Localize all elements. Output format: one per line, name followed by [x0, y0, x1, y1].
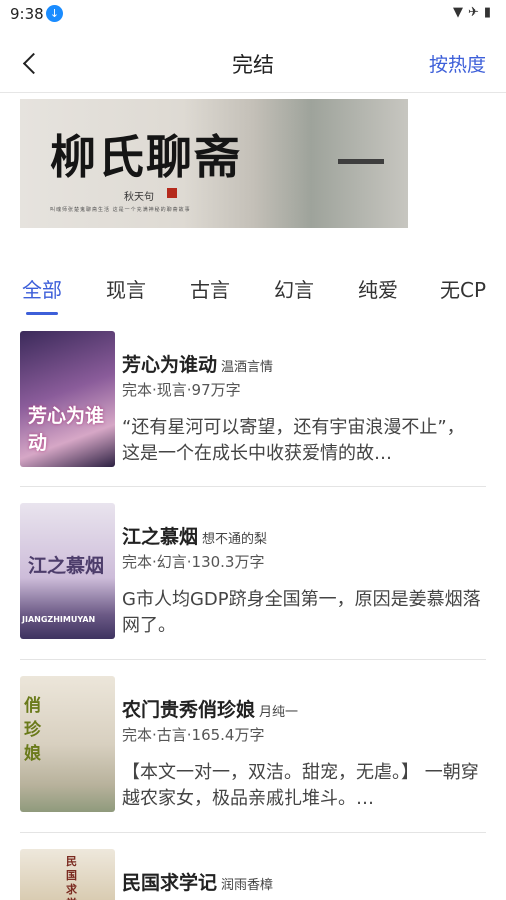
book-description: 【本文一对一，双洁。甜宠，无虐。】 一朝穿越农家女，极品亲戚扎堆斗。… [122, 762, 479, 809]
book-author: 润雨香樟 [221, 878, 274, 893]
seal-stamp-icon [167, 188, 177, 198]
divider [20, 659, 486, 660]
tab-modern-romance[interactable]: 现言 [106, 274, 146, 303]
book-author: 想不通的梨 [202, 532, 268, 547]
book-meta: 完本·幻言·130.3万字 [122, 553, 265, 571]
book-item[interactable]: 江之慕烟 JIANGZHIMUYAN 江之慕烟 想不通的梨 完本·幻言·130.3… [20, 503, 486, 660]
book-title: 江之慕烟 想不通的梨 [122, 522, 267, 549]
download-icon: ↓ [46, 5, 63, 22]
cover-title-art: 俏珍娘 [24, 696, 41, 764]
book-title: 农门贵秀俏珍娘 月纯一 [122, 695, 298, 722]
book-item[interactable]: 俏珍娘 农门贵秀俏珍娘 月纯一 完本·古言·165.4万字 【本文一对一，双洁。甜… [20, 676, 486, 833]
divider [20, 486, 486, 487]
cover-subtitle-art: JIANGZHIMUYAN [22, 615, 96, 624]
airplane-mode-icon: ✈ [467, 5, 484, 20]
cover-title-art: 江之慕烟 [28, 555, 105, 577]
banner-title: 柳氏聊斋 [50, 130, 242, 184]
book-cover: 俏珍娘 [20, 676, 115, 812]
battery-icon: ▮ [483, 5, 496, 20]
book-title-text: 民国求学记 [122, 872, 218, 894]
book-cover: 民国求学 [20, 849, 115, 900]
book-title-text: 农门贵秀俏珍娘 [122, 699, 256, 721]
tab-no-cp[interactable]: 无CP [440, 274, 486, 303]
tab-all[interactable]: 全部 [22, 274, 62, 303]
book-author: 月纯一 [259, 705, 299, 720]
cover-title-art: 民国求学 [66, 855, 77, 900]
book-item[interactable]: 民国求学 民国求学记润雨香樟 [20, 849, 486, 900]
tab-ancient-romance[interactable]: 古言 [190, 274, 230, 303]
banner-author: 秋天句 [124, 192, 154, 203]
book-title-text: 芳心为谁动 [122, 354, 218, 376]
status-time: 9:38 [10, 5, 44, 23]
book-item[interactable]: 芳心为谁动 芳心为谁动 温酒言情 完本·现言·97万字 “还有星河可以寄望，还有宇… [20, 331, 486, 487]
cover-title-art: 芳心为谁动 [28, 405, 105, 454]
status-bar: 9:38 ↓ ▼✈▮ [0, 0, 506, 28]
book-meta: 完本·古言·165.4万字 [122, 726, 265, 744]
banner-subtitle: 叫魂师张楚鬼聊斋生活 这是一个充满神秘的聊斋故事 [50, 207, 191, 213]
book-title-text: 江之慕烟 [122, 526, 199, 548]
sort-by-popularity-button[interactable]: 按热度 [429, 50, 486, 77]
book-title: 民国求学记 润雨香樟 [122, 868, 273, 895]
nav-bar: 完结 按热度 [0, 34, 506, 93]
back-button[interactable] [16, 48, 46, 78]
status-icons: ▼✈▮ [453, 5, 496, 20]
category-tabs: 全部 现言 古言 幻言 纯爱 无CP [0, 268, 506, 316]
tab-pure-love[interactable]: 纯爱 [358, 274, 398, 303]
book-title: 芳心为谁动 温酒言情 [122, 350, 273, 377]
divider [20, 832, 486, 833]
book-cover: 芳心为谁动 [20, 331, 115, 467]
promo-banner[interactable]: 柳氏聊斋 秋天句 叫魂师张楚鬼聊斋生活 这是一个充满神秘的聊斋故事 [20, 99, 408, 228]
tab-fantasy-romance[interactable]: 幻言 [274, 274, 314, 303]
book-description: “还有星河可以寄望，还有宇宙浪漫不止”，这是一个在成长中收获爱情的故… [122, 417, 465, 464]
book-cover: 江之慕烟 JIANGZHIMUYAN [20, 503, 115, 639]
active-tab-indicator [26, 312, 58, 315]
book-description: G市人均GDP跻身全国第一，原因是姜慕烟落网了。 [122, 589, 481, 636]
wifi-icon: ▼ [452, 5, 468, 20]
pavilion-illustration [338, 159, 384, 194]
book-meta: 完本·现言·97万字 [122, 381, 241, 399]
book-author: 温酒言情 [221, 360, 274, 375]
